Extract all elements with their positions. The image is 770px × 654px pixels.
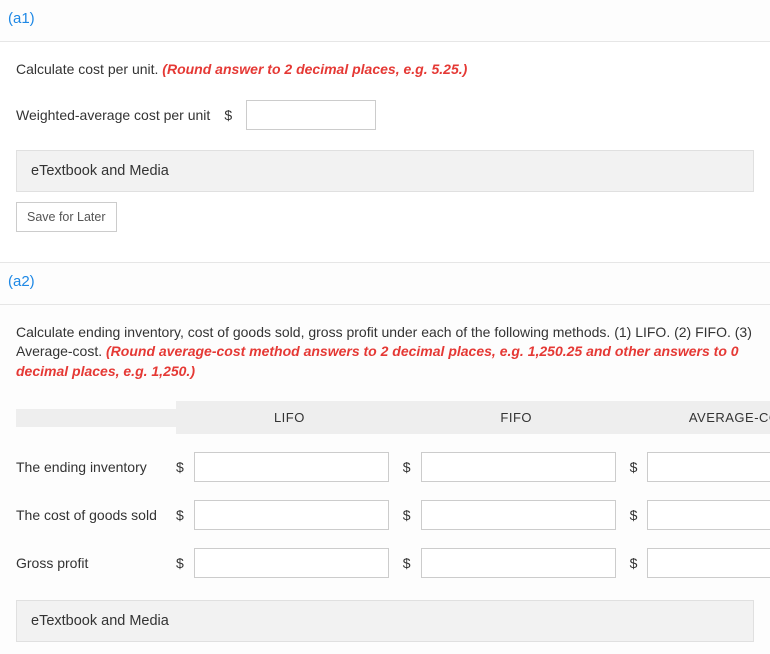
- input-cogs-avg[interactable]: [647, 500, 770, 530]
- cell-gp-lifo: $: [176, 548, 403, 578]
- a2-grid: LIFO FIFO AVERAGE-COST The ending invent…: [16, 401, 754, 578]
- cell-ei-lifo: $: [176, 452, 403, 482]
- input-gp-fifo[interactable]: [421, 548, 616, 578]
- input-ei-lifo[interactable]: [194, 452, 389, 482]
- a1-instruction: Calculate cost per unit. (Round answer t…: [16, 60, 754, 80]
- cell-ei-fifo: $: [403, 452, 630, 482]
- input-ei-avg[interactable]: [647, 452, 770, 482]
- input-cogs-fifo[interactable]: [421, 500, 616, 530]
- cell-cogs-fifo: $: [403, 500, 630, 530]
- etextbook-bar-a1[interactable]: eTextbook and Media: [16, 150, 754, 192]
- weighted-avg-cost-input[interactable]: [246, 100, 376, 130]
- currency-symbol: $: [630, 459, 638, 475]
- a1-field-row: Weighted-average cost per unit $: [16, 100, 754, 130]
- a1-currency: $: [224, 107, 232, 123]
- col-header-lifo: LIFO: [176, 401, 403, 434]
- currency-symbol: $: [403, 555, 411, 571]
- currency-symbol: $: [630, 555, 638, 571]
- row-label-ending-inventory: The ending inventory: [16, 459, 176, 475]
- currency-symbol: $: [176, 555, 184, 571]
- input-cogs-lifo[interactable]: [194, 500, 389, 530]
- currency-symbol: $: [403, 459, 411, 475]
- input-gp-lifo[interactable]: [194, 548, 389, 578]
- cell-cogs-lifo: $: [176, 500, 403, 530]
- section-a1-header: (a1): [0, 0, 770, 42]
- etextbook-bar-a2[interactable]: eTextbook and Media: [16, 600, 754, 642]
- a1-field-label: Weighted-average cost per unit: [16, 107, 210, 123]
- row-label-gross-profit: Gross profit: [16, 555, 176, 571]
- col-header-fifo: FIFO: [403, 401, 630, 434]
- currency-symbol: $: [630, 507, 638, 523]
- section-a1-body: Calculate cost per unit. (Round answer t…: [0, 42, 770, 244]
- cell-ei-avg: $: [630, 452, 770, 482]
- currency-symbol: $: [403, 507, 411, 523]
- grid-header-blank: [16, 409, 176, 427]
- a1-instruction-text: Calculate cost per unit.: [16, 61, 158, 77]
- input-ei-fifo[interactable]: [421, 452, 616, 482]
- col-header-avg: AVERAGE-COST: [630, 401, 770, 434]
- cell-cogs-avg: $: [630, 500, 770, 530]
- cell-gp-avg: $: [630, 548, 770, 578]
- currency-symbol: $: [176, 459, 184, 475]
- a2-hint: (Round average-cost method answers to 2 …: [16, 343, 739, 379]
- input-gp-avg[interactable]: [647, 548, 770, 578]
- a2-instruction: Calculate ending inventory, cost of good…: [16, 323, 754, 382]
- a1-hint: (Round answer to 2 decimal places, e.g. …: [162, 61, 467, 77]
- currency-symbol: $: [176, 507, 184, 523]
- section-a2-header: (a2): [0, 263, 770, 305]
- row-label-cogs: The cost of goods sold: [16, 507, 176, 523]
- cell-gp-fifo: $: [403, 548, 630, 578]
- section-a2-body: Calculate ending inventory, cost of good…: [0, 305, 770, 654]
- save-for-later-button[interactable]: Save for Later: [16, 202, 117, 232]
